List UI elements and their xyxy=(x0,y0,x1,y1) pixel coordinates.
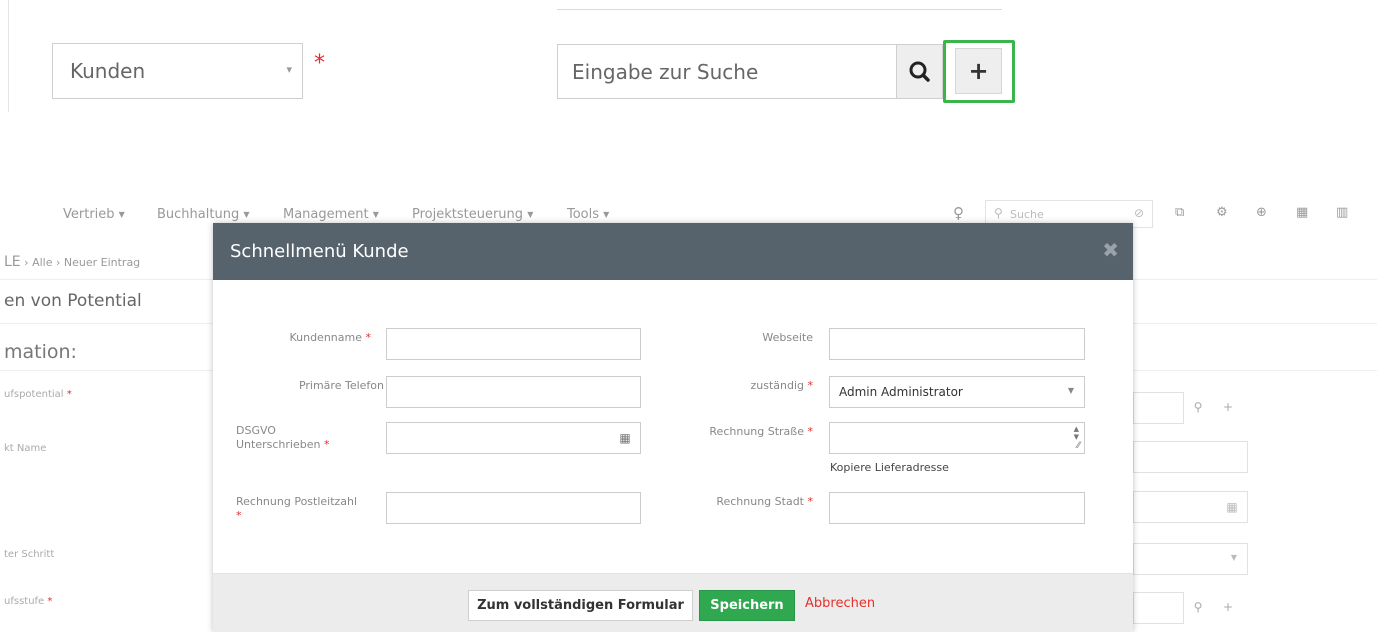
nav-item-label: Vertrieb xyxy=(63,207,115,222)
save-button[interactable]: Speichern xyxy=(699,590,795,621)
caret-down-icon: ▼ xyxy=(118,210,125,219)
breadcrumb-item[interactable]: Alle xyxy=(32,256,52,269)
chevron-down-icon: ▼ xyxy=(1230,553,1237,562)
dsgvo-date-field[interactable]: ▦ xyxy=(386,422,641,454)
entity-type-select[interactable]: Kunden ▾ xyxy=(52,43,303,99)
plus-circle-icon[interactable]: ⊕ xyxy=(1256,205,1267,220)
nav-item-projektsteuerung[interactable]: Projektsteuerung ▼ xyxy=(412,207,533,222)
nav-item-label: Management xyxy=(283,207,369,222)
section-heading: mation: xyxy=(4,341,77,363)
rechnung-plz-label: Rechnung Postleitzahl * xyxy=(236,495,358,522)
global-search-placeholder: Suche xyxy=(1010,208,1044,221)
caret-down-icon: ▼ xyxy=(372,210,379,219)
search-field-wrapper xyxy=(557,44,897,99)
nav-item-label: Buchhaltung xyxy=(157,207,240,222)
nav-item-buchhaltung[interactable]: Buchhaltung ▼ xyxy=(157,207,250,222)
rechnung-strasse-textarea[interactable]: ▲ ▼ ⁄⁄ xyxy=(829,422,1085,454)
modal-title: Schnellmenü Kunde xyxy=(230,241,409,262)
spinner-icon[interactable]: ▲ ▼ xyxy=(1074,425,1079,441)
search-button[interactable] xyxy=(896,44,943,99)
rechnung-plz-field[interactable] xyxy=(386,492,641,524)
bar-chart-icon[interactable]: ▥ xyxy=(1336,205,1348,220)
plus-icon[interactable]: + xyxy=(1214,592,1242,624)
search-icon: ⚲ xyxy=(994,206,1003,220)
quick-create-customer-modal: Schnellmenü Kunde ✖ Kundenname * Primäre… xyxy=(213,223,1133,632)
add-customer-button[interactable]: + xyxy=(955,48,1002,94)
calendar-icon[interactable]: ▦ xyxy=(1296,205,1308,220)
nav-item-tools[interactable]: Tools ▼ xyxy=(567,207,609,222)
calendar-icon[interactable]: ▦ xyxy=(610,423,640,453)
search-icon[interactable]: ⚲ xyxy=(1184,592,1212,624)
webseite-label: Webseite xyxy=(762,331,813,344)
zustaendig-label: zuständig * xyxy=(750,379,813,392)
bg-select[interactable]: ▼ xyxy=(1133,543,1248,575)
gear-icon[interactable]: ⚙ xyxy=(1216,205,1228,220)
copy-icon[interactable]: ⧉ xyxy=(1175,205,1184,220)
rechnung-stadt-label: Rechnung Stadt * xyxy=(716,495,813,508)
nav-item-label: Tools xyxy=(567,207,600,222)
bg-input[interactable]: ▦ xyxy=(1133,491,1248,523)
zustaendig-value: Admin Administrator xyxy=(839,385,963,399)
resize-handle-icon[interactable]: ⁄⁄ xyxy=(1077,441,1080,451)
caret-down-icon: ▼ xyxy=(243,210,250,219)
rechnung-strasse-label: Rechnung Straße * xyxy=(709,425,813,438)
required-marker: * xyxy=(314,51,325,76)
modal-header: Schnellmenü Kunde ✖ xyxy=(213,223,1133,280)
webseite-input[interactable] xyxy=(830,329,1084,359)
plus-icon: + xyxy=(968,57,989,85)
entity-type-value: Kunden xyxy=(70,59,146,83)
chevron-down-icon: ▾ xyxy=(286,63,292,76)
zoomed-widget-area: Kunden ▾ * + xyxy=(0,0,1377,180)
breadcrumb-item[interactable]: LE xyxy=(4,254,21,270)
bg-input[interactable] xyxy=(1133,392,1184,424)
zustaendig-select[interactable]: Admin Administrator ▼ xyxy=(829,376,1085,408)
caret-down-icon: ▼ xyxy=(527,210,534,219)
search-icon xyxy=(909,61,930,82)
lightbulb-icon[interactable]: ♀ xyxy=(953,204,964,222)
caret-down-icon: ▼ xyxy=(603,210,610,219)
primaere-telefon-label: Primäre Telefon xyxy=(298,379,384,392)
rechnung-plz-input[interactable] xyxy=(387,493,640,523)
field-label: ufsstufe * xyxy=(4,596,53,607)
webseite-field[interactable] xyxy=(829,328,1085,360)
nav-item-vertrieb[interactable]: Vertrieb ▼ xyxy=(63,207,125,222)
field-label: ufspotential * xyxy=(4,389,72,400)
divider xyxy=(557,9,1002,10)
rechnung-strasse-input[interactable] xyxy=(830,423,1084,453)
full-form-button[interactable]: Zum vollständigen Formular xyxy=(468,590,693,621)
plus-icon[interactable]: + xyxy=(1214,392,1242,424)
kundenname-field[interactable] xyxy=(386,328,641,360)
rechnung-stadt-field[interactable] xyxy=(829,492,1085,524)
field-label: kt Name xyxy=(4,443,47,454)
dsgvo-label: DSGVO Unterschrieben * xyxy=(236,424,330,451)
nav-item-label: Projektsteuerung xyxy=(412,207,524,222)
primaere-telefon-input[interactable] xyxy=(387,377,640,407)
close-icon[interactable]: ✖ xyxy=(1102,238,1119,262)
clear-icon[interactable]: ⊘ xyxy=(1134,206,1144,220)
bg-input[interactable] xyxy=(1133,441,1248,473)
search-icon[interactable]: ⚲ xyxy=(1184,392,1212,424)
breadcrumb-item: Neuer Eintrag xyxy=(63,256,141,269)
search-input[interactable] xyxy=(558,45,896,98)
nav-item-management[interactable]: Management ▼ xyxy=(283,207,379,222)
page-title: en von Potential xyxy=(4,291,142,311)
add-button-highlight: + xyxy=(943,40,1015,103)
divider xyxy=(8,0,9,112)
kundenname-input[interactable] xyxy=(387,329,640,359)
field-label: ter Schritt xyxy=(4,549,55,560)
dsgvo-date-input[interactable] xyxy=(387,423,640,453)
modal-footer: Zum vollständigen Formular Speichern Abb… xyxy=(213,573,1133,632)
breadcrumb: LE › Alle › Neuer Eintrag xyxy=(4,254,141,270)
cancel-link[interactable]: Abbrechen xyxy=(805,596,875,611)
rechnung-stadt-input[interactable] xyxy=(830,493,1084,523)
kundenname-label: Kundenname * xyxy=(289,331,371,344)
primaere-telefon-field[interactable] xyxy=(386,376,641,408)
copy-delivery-address-link[interactable]: Kopiere Lieferadresse xyxy=(830,461,949,474)
bg-input[interactable] xyxy=(1133,592,1184,624)
calendar-icon[interactable]: ▦ xyxy=(1217,492,1247,522)
chevron-down-icon: ▼ xyxy=(1067,386,1074,395)
